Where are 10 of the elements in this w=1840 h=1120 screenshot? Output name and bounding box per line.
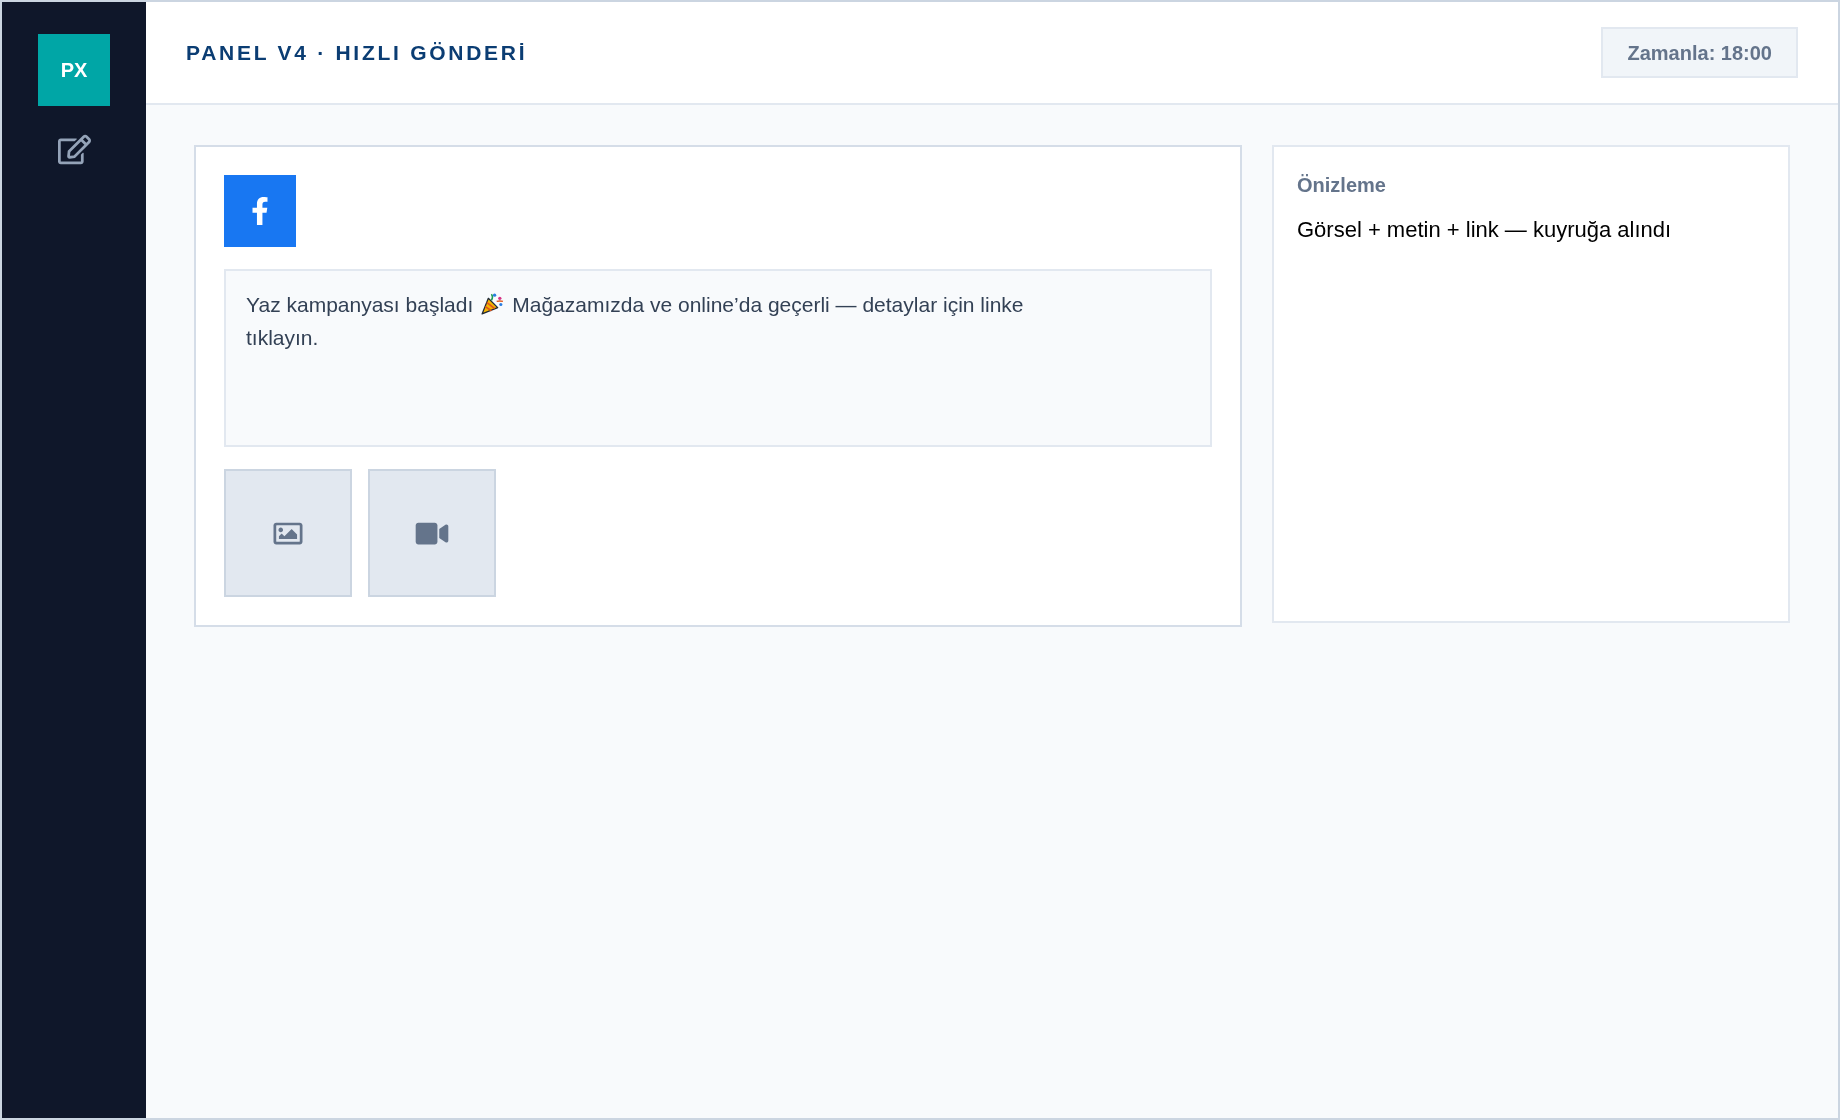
preview-title: Önizleme [1297, 173, 1387, 197]
edit-icon[interactable] [57, 133, 91, 166]
party-popper-icon [480, 291, 506, 316]
page-title: PANEL V4 · HIZLI GÖNDERİ [186, 39, 528, 66]
add-video-button[interactable] [368, 469, 496, 597]
schedule-button[interactable]: Zamanla: 18:00 [1601, 27, 1798, 78]
post-text-field[interactable]: Yaz kampanyası başladı Mağazamızda ve online’da geçerli — detaylar için linke tıklayın. [224, 269, 1212, 447]
logo: PX [38, 34, 110, 106]
preview-text: Görsel + metin + link — kuyruğa alındı [1297, 216, 1673, 244]
facebook-icon[interactable] [224, 175, 296, 247]
